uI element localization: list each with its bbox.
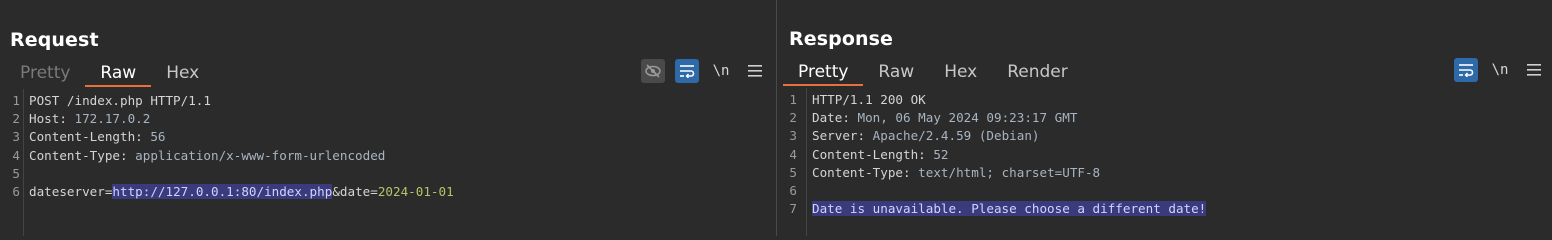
tab-pretty[interactable]: Pretty xyxy=(783,60,864,86)
show-newlines-button[interactable]: \n xyxy=(1488,58,1512,82)
tab-pretty[interactable]: Pretty xyxy=(5,61,85,86)
request-editor[interactable]: 1 POST /index.php HTTP/1.1 2 Host: 172.17.… xyxy=(0,89,776,236)
request-line-text: POST /index.php HTTP/1.1 xyxy=(29,93,211,108)
header-name: Content-Type xyxy=(812,164,903,180)
header-name: Server xyxy=(812,128,858,144)
line-number: 7 xyxy=(789,201,797,217)
header-value: text/html; charset=UTF-8 xyxy=(918,164,1101,180)
response-tabs: Pretty Raw Hex Render xyxy=(783,60,1083,86)
show-newlines-button[interactable]: \n xyxy=(709,59,733,83)
line-number: 2 xyxy=(789,110,797,126)
header-value: 172.17.0.2 xyxy=(74,111,151,127)
header-name: Content-Type xyxy=(29,147,120,163)
request-toolbar: \n xyxy=(641,59,767,83)
response-header-line: 5 Content-Type: text/html; charset=UTF-8 xyxy=(777,164,1552,182)
line-number: 6 xyxy=(12,183,20,199)
word-wrap-button[interactable] xyxy=(1454,58,1478,82)
word-wrap-icon xyxy=(680,65,695,78)
request-title: Request xyxy=(10,29,99,51)
header-value: Mon, 06 May 2024 09:23:17 GMT xyxy=(857,110,1078,126)
header-value: 56 xyxy=(150,129,166,145)
request-menu-button[interactable] xyxy=(743,59,767,83)
line-number: 3 xyxy=(12,129,20,145)
line-number: 1 xyxy=(12,93,20,108)
newline-label: \n xyxy=(712,63,730,79)
response-pane: Response Pretty Raw Hex Render \n 1 HTTP/… xyxy=(777,0,1552,236)
line-number: 5 xyxy=(789,164,797,180)
status-line: 1 HTTP/1.1 200 OK xyxy=(777,91,1552,109)
hamburger-menu-icon xyxy=(1527,64,1541,76)
tab-render[interactable]: Render xyxy=(992,60,1083,85)
line-number: 6 xyxy=(789,182,797,198)
request-header-line: 2 Host: 172.17.0.2 xyxy=(0,110,776,128)
newline-label: \n xyxy=(1491,62,1509,78)
header-separator: : xyxy=(903,164,919,180)
line-number: 4 xyxy=(789,146,797,162)
request-tabs: Pretty Raw Hex xyxy=(5,61,214,87)
response-header-line: 2 Date: Mon, 06 May 2024 09:23:17 GMT xyxy=(777,109,1552,127)
request-line: 1 POST /index.php HTTP/1.1 xyxy=(0,92,776,110)
header-name: Host xyxy=(29,111,60,127)
header-separator: : xyxy=(135,129,151,145)
header-separator: : xyxy=(842,110,858,126)
word-wrap-icon xyxy=(1459,64,1474,77)
request-body-line: 6 dateserver = http://127.0.0.1:80/index.ph… xyxy=(0,183,776,201)
header-name: Content-Length xyxy=(29,129,136,145)
response-menu-button[interactable] xyxy=(1522,58,1546,82)
line-number: 2 xyxy=(12,111,20,127)
param-equals: = xyxy=(370,183,378,199)
hide-nonprintable-button[interactable] xyxy=(641,59,665,83)
param-ampersand: & xyxy=(332,183,340,199)
tab-hex[interactable]: Hex xyxy=(151,61,214,86)
response-header-line: 3 Server: Apache/2.4.59 (Debian) xyxy=(777,127,1552,145)
response-header-line: 4 Content-Length: 52 xyxy=(777,146,1552,164)
response-toolbar: \n xyxy=(1454,58,1546,82)
param-name: date xyxy=(339,183,371,199)
header-value: Apache/2.4.59 (Debian) xyxy=(872,128,1040,144)
line-number: 4 xyxy=(12,147,20,163)
line-number: 1 xyxy=(789,92,797,107)
header-value: 52 xyxy=(933,146,949,162)
header-name: Date xyxy=(812,110,843,126)
status-line-text: HTTP/1.1 200 OK xyxy=(812,92,926,107)
header-separator: : xyxy=(59,111,75,127)
line-number: 5 xyxy=(12,165,20,181)
header-separator: : xyxy=(918,146,934,162)
header-value: application/x-www-form-urlencoded xyxy=(135,147,386,163)
tab-raw[interactable]: Raw xyxy=(85,61,151,87)
eye-slash-icon xyxy=(645,64,661,78)
response-title: Response xyxy=(789,28,894,50)
response-body-line: 7 Date is unavailable. Please choose a di… xyxy=(777,200,1552,218)
response-editor[interactable]: 1 HTTP/1.1 200 OK 2 Date: Mon, 06 May 2024… xyxy=(777,88,1552,236)
header-name: Content-Length xyxy=(812,146,919,162)
line-number: 3 xyxy=(789,128,797,144)
param-value: 2024-01-01 xyxy=(377,183,454,199)
request-pane: Request Pretty Raw Hex \n 1 POST /index.p… xyxy=(0,0,776,236)
request-header-line: 3 Content-Length: 56 xyxy=(0,128,776,146)
selected-response-body: Date is unavailable. Please choose a dif… xyxy=(812,201,1207,217)
response-blank-line: 6 xyxy=(777,182,1552,200)
header-separator: : xyxy=(120,147,136,163)
header-separator: : xyxy=(857,128,873,144)
hamburger-menu-icon xyxy=(748,65,762,77)
tab-raw[interactable]: Raw xyxy=(863,60,929,85)
param-name: dateserver xyxy=(29,183,105,199)
request-blank-line: 5 xyxy=(0,165,776,183)
selected-param-value: http://127.0.0.1:80/index.php xyxy=(112,183,333,199)
word-wrap-button[interactable] xyxy=(675,59,699,83)
request-header-line: 4 Content-Type: application/x-www-form-ur… xyxy=(0,147,776,165)
tab-hex[interactable]: Hex xyxy=(929,60,992,85)
